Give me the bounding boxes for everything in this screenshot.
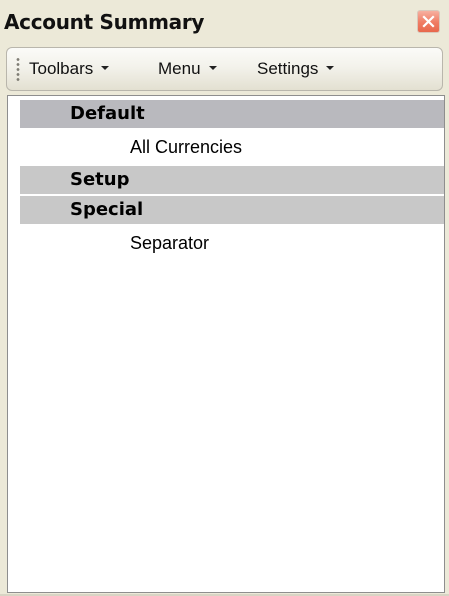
chevron-down-icon: [326, 65, 335, 70]
chevron-down-icon: [208, 65, 217, 70]
window-title: Account Summary: [4, 10, 205, 34]
list-group-setup[interactable]: Setup: [20, 166, 444, 194]
settings-menu-label: Settings: [257, 59, 319, 78]
account-list[interactable]: Default All Currencies Setup Special Sep…: [7, 95, 445, 593]
toolbars-menu-label: Toolbars: [29, 59, 94, 78]
account-summary-window: Account Summary Toolbars Menu Settings D…: [0, 0, 449, 596]
settings-menu[interactable]: Settings: [257, 59, 335, 79]
group-label: Setup: [70, 169, 130, 190]
list-group-default[interactable]: Default: [20, 100, 444, 128]
list-group-special[interactable]: Special: [20, 196, 444, 224]
toolbar-grip[interactable]: [16, 57, 20, 81]
group-label: Default: [70, 103, 145, 124]
item-label: All Currencies: [130, 137, 243, 157]
menu-menu-label: Menu: [158, 59, 201, 78]
chevron-down-icon: [101, 65, 110, 70]
toolbar: Toolbars Menu Settings: [6, 47, 443, 91]
close-icon: [422, 15, 435, 28]
close-button[interactable]: [417, 10, 440, 33]
item-label: Separator: [130, 233, 210, 253]
toolbars-menu[interactable]: Toolbars: [29, 59, 110, 79]
title-bar[interactable]: Account Summary: [0, 0, 449, 46]
menu-menu[interactable]: Menu: [158, 59, 217, 79]
list-item-separator[interactable]: Separator: [20, 229, 444, 257]
list-item-all-currencies[interactable]: All Currencies: [20, 133, 444, 161]
group-label: Special: [70, 199, 144, 220]
